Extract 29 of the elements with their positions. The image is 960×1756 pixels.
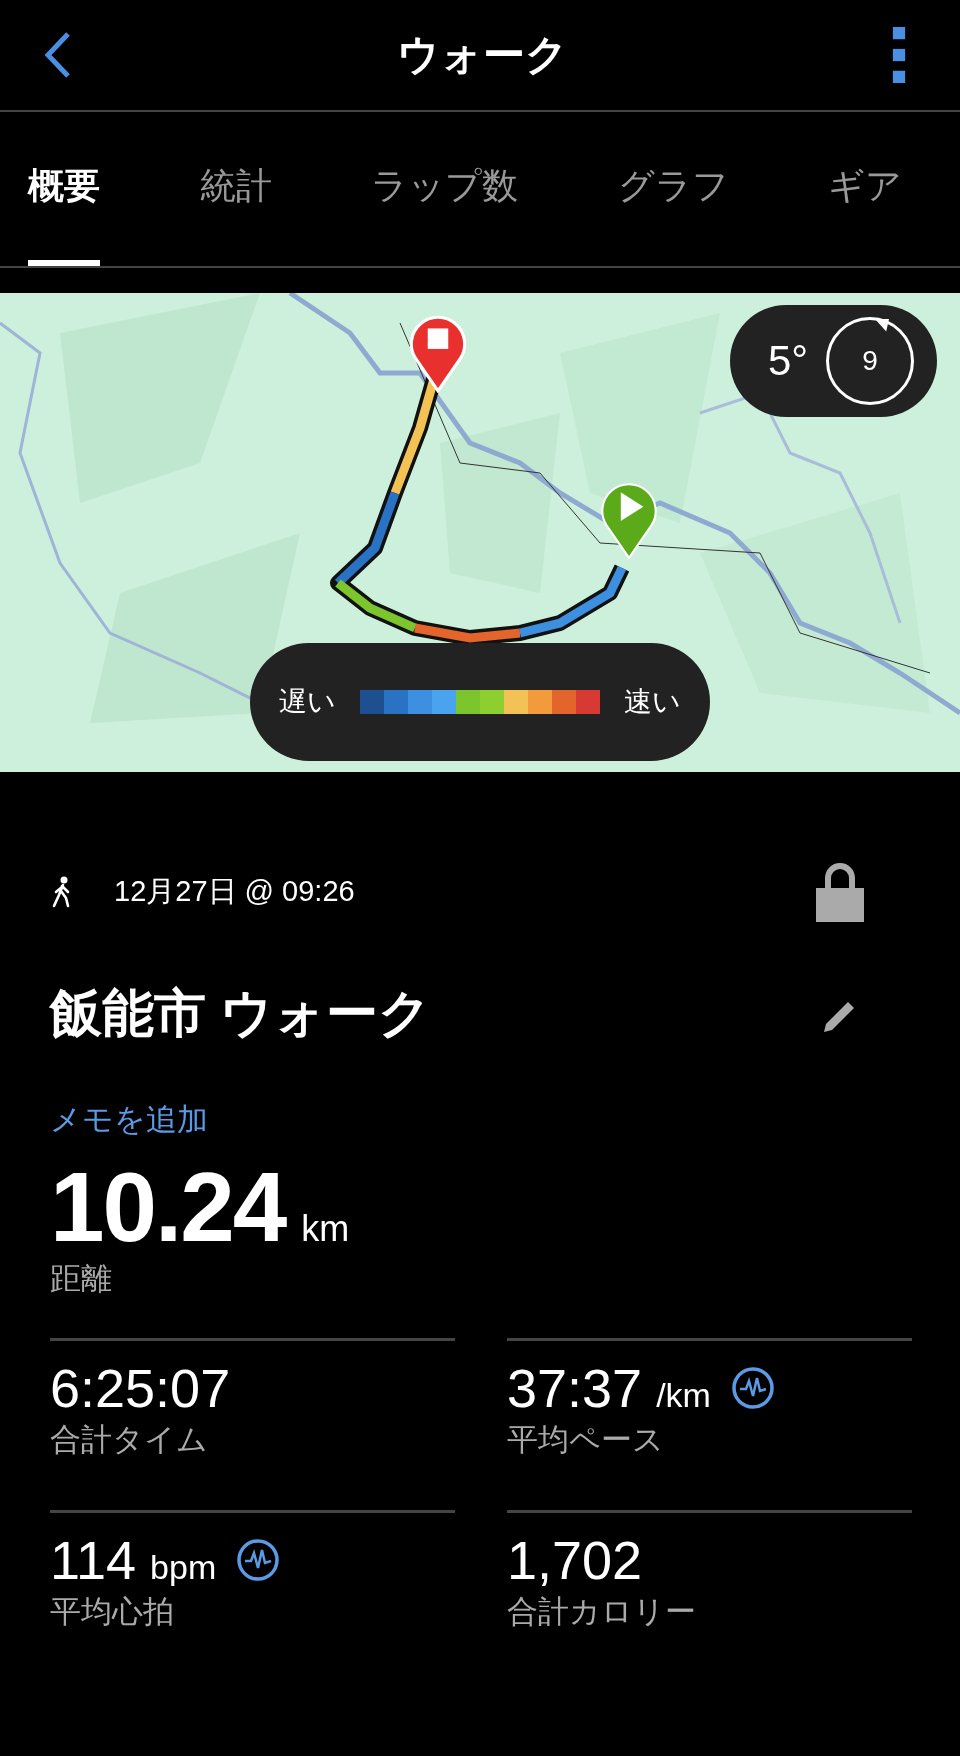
more-icon[interactable] — [892, 27, 906, 83]
chart-icon[interactable] — [236, 1538, 281, 1582]
distance-unit: km — [301, 1208, 350, 1250]
slow-label: 遅い — [279, 685, 336, 719]
tab[interactable]: グラフ — [617, 112, 729, 266]
lock-icon[interactable] — [816, 862, 864, 922]
chart-icon[interactable] — [730, 1366, 775, 1410]
stat-label: 平均心拍 — [50, 1593, 175, 1631]
stat-value: 1,702 — [507, 1529, 643, 1591]
stat-value: 37:37 — [507, 1357, 643, 1419]
fast-label: 速い — [624, 685, 681, 719]
stat-unit: /km — [656, 1376, 711, 1415]
tab[interactable]: ラップ数 — [371, 112, 518, 266]
stat-label: 平均ペース — [507, 1421, 665, 1459]
stat-label: 合計タイム — [50, 1421, 209, 1459]
activity-date: 12月27日 @ 09:26 — [114, 874, 356, 909]
activity-title: 飯能市 ウォーク — [50, 983, 432, 1044]
tab[interactable]: ギア — [828, 112, 902, 266]
stat-value: 6:25:07 — [50, 1357, 231, 1419]
temperature: 5° — [768, 337, 809, 385]
wind-speed: 9 — [862, 345, 878, 377]
screen-title: ウォーク — [396, 30, 568, 80]
add-note-link[interactable]: メモを追加 — [50, 1099, 208, 1141]
stat-label: 合計カロリー — [507, 1593, 697, 1631]
stat-unit: bpm — [150, 1548, 217, 1587]
back-icon[interactable] — [42, 30, 72, 80]
tab[interactable]: 概要 — [28, 112, 100, 266]
stat-value: 114 — [50, 1529, 137, 1591]
tab[interactable]: 統計 — [199, 112, 272, 266]
